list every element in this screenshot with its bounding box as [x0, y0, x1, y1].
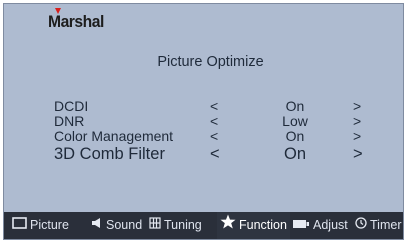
- left-arrow[interactable]: <: [210, 114, 218, 128]
- tab-label: Adjust: [313, 218, 348, 232]
- left-arrow[interactable]: <: [210, 99, 218, 113]
- tab-label: Function: [239, 218, 287, 232]
- menu-row-color-management[interactable]: Color Management < On >: [4, 129, 403, 143]
- row-value: Low: [282, 113, 308, 129]
- row-label: DNR: [54, 113, 85, 129]
- right-arrow[interactable]: >: [353, 146, 363, 163]
- tab-timer[interactable]: Timer: [355, 212, 401, 239]
- tab-label: Sound: [106, 218, 143, 232]
- battery-icon: [292, 212, 310, 239]
- monitor-icon: [12, 212, 27, 239]
- tab-label: Picture: [30, 218, 69, 232]
- tab-sound[interactable]: Sound: [91, 212, 142, 239]
- left-arrow[interactable]: <: [210, 129, 218, 143]
- tab-picture[interactable]: Picture: [12, 212, 69, 239]
- tab-function[interactable]: Function: [217, 212, 290, 239]
- star-icon: [220, 212, 236, 239]
- right-arrow[interactable]: >: [353, 129, 361, 143]
- tab-adjust[interactable]: Adjust: [292, 212, 348, 239]
- right-arrow[interactable]: >: [353, 114, 361, 128]
- tab-label: Tuning: [164, 218, 202, 232]
- speaker-icon: [91, 212, 103, 239]
- row-label: DCDI: [54, 98, 89, 114]
- row-value: On: [283, 145, 306, 163]
- menu-row-dcdi[interactable]: DCDI < On >: [4, 99, 403, 113]
- tab-label: Timer: [370, 218, 402, 232]
- left-arrow[interactable]: <: [210, 146, 220, 163]
- menu-row-dnr[interactable]: DNR < Low >: [4, 114, 403, 128]
- row-value: On: [285, 128, 305, 144]
- right-arrow[interactable]: >: [353, 99, 361, 113]
- tab-tuning[interactable]: Tuning: [149, 212, 202, 239]
- menu-row-3d-comb-filter[interactable]: 3D Comb Filter < On >: [4, 145, 403, 163]
- menu-title: Picture Optimize: [157, 54, 264, 70]
- row-value: On: [285, 98, 305, 114]
- bottom-tab-bar: Picture Sound Tuning Function Adjust Tim…: [4, 212, 403, 239]
- row-label: 3D Comb Filter: [54, 145, 165, 163]
- clock-icon: [355, 212, 367, 239]
- grid-icon: [149, 212, 161, 239]
- osd-window: Marshal Picture Optimize DCDI < On > DNR…: [3, 3, 404, 240]
- brand-logo: Marshal: [48, 12, 104, 31]
- row-label: Color Management: [54, 128, 174, 144]
